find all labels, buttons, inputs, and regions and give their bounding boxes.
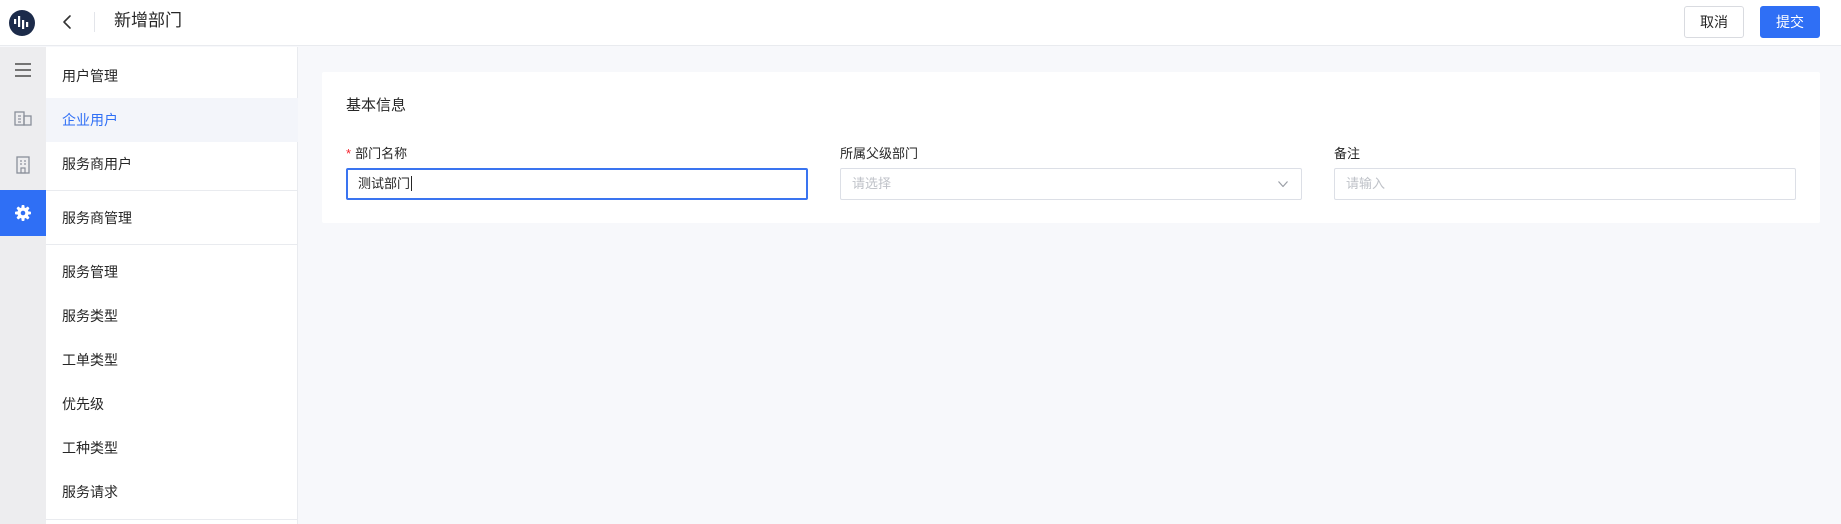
cancel-button[interactable]: 取消 bbox=[1684, 6, 1744, 38]
parent-department-placeholder: 请选择 bbox=[852, 176, 892, 191]
header-divider bbox=[94, 12, 95, 32]
parent-department-label: 所属父级部门 bbox=[840, 146, 919, 161]
chevron-down-icon bbox=[1278, 181, 1288, 188]
building-icon bbox=[14, 111, 32, 126]
remark-input[interactable]: 请输入 bbox=[1334, 168, 1796, 200]
basic-info-card: 基本信息 * 部门名称 测试部门 所属父级部门 请选择 备注 请输入 bbox=[322, 72, 1820, 223]
rail-menu-toggle[interactable] bbox=[0, 47, 46, 93]
menu-item-ticket-types[interactable]: 工单类型 bbox=[46, 338, 298, 382]
menu-group-service-management: 服务管理 bbox=[62, 264, 118, 280]
menu-group-provider-management[interactable]: 服务商管理 bbox=[46, 196, 298, 240]
section-title: 基本信息 bbox=[346, 97, 407, 114]
page-title: 新增部门 bbox=[114, 11, 182, 30]
menu-icon bbox=[15, 63, 31, 77]
department-name-value: 测试部门 bbox=[358, 176, 411, 191]
rail-item-office[interactable] bbox=[0, 142, 46, 188]
required-asterisk: * bbox=[346, 146, 352, 161]
parent-department-select[interactable]: 请选择 bbox=[840, 168, 1302, 200]
menu-item-priority[interactable]: 优先级 bbox=[46, 382, 298, 426]
icon-rail bbox=[0, 47, 46, 524]
menu-item-service-types[interactable]: 服务类型 bbox=[46, 294, 298, 338]
submit-button[interactable]: 提交 bbox=[1760, 6, 1820, 38]
office-icon bbox=[16, 156, 30, 174]
settings-icon bbox=[15, 205, 31, 221]
rail-item-enterprise[interactable] bbox=[0, 95, 46, 141]
menu-group-user-management: 用户管理 bbox=[62, 68, 118, 84]
top-bar: 新增部门 取消 提交 bbox=[0, 0, 1841, 46]
menu-item-service-requests[interactable]: 服务请求 bbox=[46, 470, 298, 514]
logo-bars-icon bbox=[14, 16, 29, 29]
sub-menu: 用户管理 企业用户 服务商用户 服务商管理 服务管理 服务类型 工单类型 优先级… bbox=[46, 47, 298, 524]
menu-item-provider-users[interactable]: 服务商用户 bbox=[46, 142, 298, 186]
app-logo[interactable] bbox=[9, 10, 35, 36]
back-button[interactable] bbox=[58, 11, 78, 33]
text-cursor bbox=[411, 176, 413, 191]
menu-item-work-types[interactable]: 工种类型 bbox=[46, 426, 298, 470]
menu-divider bbox=[46, 190, 298, 191]
menu-item-enterprise-users[interactable]: 企业用户 bbox=[46, 98, 298, 142]
rail-item-settings[interactable] bbox=[0, 190, 46, 236]
menu-divider bbox=[46, 244, 298, 245]
chevron-left-icon bbox=[63, 15, 71, 29]
remark-placeholder: 请输入 bbox=[1346, 176, 1386, 191]
department-name-label: * 部门名称 bbox=[346, 146, 408, 161]
menu-divider bbox=[46, 519, 298, 520]
department-name-input[interactable]: 测试部门 bbox=[346, 168, 808, 200]
remark-label: 备注 bbox=[1334, 146, 1361, 161]
